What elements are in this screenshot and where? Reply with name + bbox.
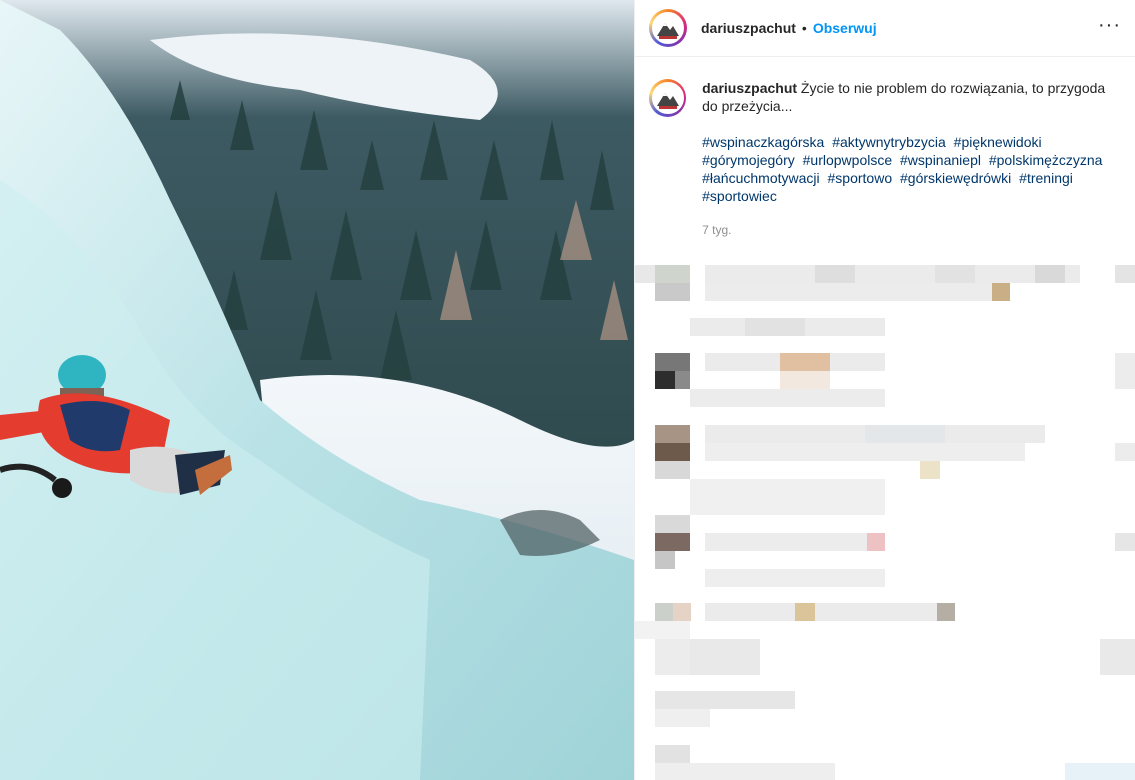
hashtag-link[interactable]: #urlopwpolsce	[803, 152, 893, 168]
post-photo[interactable]	[0, 0, 634, 780]
ice-climbing-image	[0, 0, 634, 780]
follow-button[interactable]: Obserwuj	[813, 20, 877, 36]
caption-avatar[interactable]	[649, 79, 687, 117]
hashtag-link[interactable]: #aktywnytrybzycia	[832, 134, 946, 150]
caption-username-link[interactable]: dariuszpachut	[702, 80, 797, 96]
pixelated-comments	[635, 255, 1135, 780]
caption: dariuszpachut Życie to nie problem do ro…	[635, 57, 1135, 239]
username-link[interactable]: dariuszpachut	[701, 20, 796, 36]
post-timestamp[interactable]: 7 tyg.	[702, 221, 1121, 239]
hashtag-link[interactable]: #pięknewidoki	[954, 134, 1042, 150]
hashtag-list: #wspinaczkagórska #aktywnytrybzycia #pię…	[702, 133, 1121, 205]
hashtag-link[interactable]: #treningi	[1019, 170, 1073, 186]
mountain-logo-icon	[653, 84, 682, 112]
avatar[interactable]	[649, 9, 687, 47]
pixelation-mosaic	[635, 265, 1135, 780]
hashtag-link[interactable]: #łańcuchmotywacji	[702, 170, 820, 186]
hashtag-link[interactable]: #górymojegóry	[702, 152, 795, 168]
hashtag-link[interactable]: #wspinaniepl	[900, 152, 981, 168]
hashtag-link[interactable]: #sportowo	[828, 170, 893, 186]
separator-dot: •	[801, 20, 807, 36]
post-sidebar: dariuszpachut • Obserwuj ··· dariuszpach…	[634, 0, 1135, 780]
mountain-logo-icon	[654, 14, 682, 42]
hashtag-link[interactable]: #polskimężczyzna	[989, 152, 1103, 168]
more-options-icon[interactable]: ···	[1098, 14, 1121, 37]
hashtag-link[interactable]: #wspinaczkagórska	[702, 134, 824, 150]
post-header: dariuszpachut • Obserwuj ···	[635, 0, 1135, 57]
hashtag-link[interactable]: #sportowiec	[702, 188, 777, 204]
hashtag-link[interactable]: #górskiewędrówki	[900, 170, 1011, 186]
